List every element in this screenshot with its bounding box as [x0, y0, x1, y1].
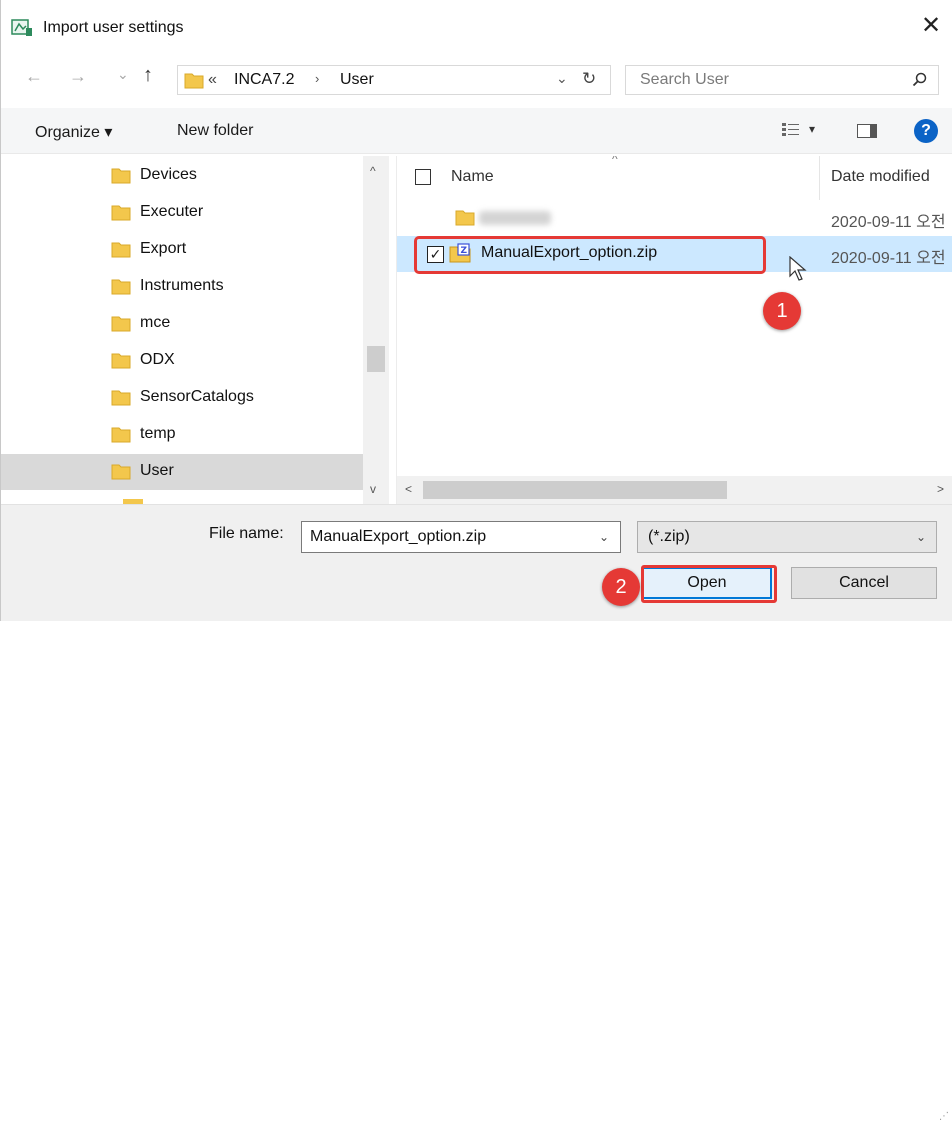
scroll-left-icon[interactable]: < — [405, 482, 412, 496]
tree-item-executer[interactable]: Executer — [1, 195, 363, 231]
step-badge-2: 2 — [602, 568, 640, 606]
tree-item-mce[interactable]: mce — [1, 306, 363, 342]
import-user-settings-dialog: Import user settings ✕ ← → ⌄ ↑ « INCA7.2… — [0, 0, 952, 1122]
scroll-right-icon[interactable]: > — [937, 482, 944, 496]
organize-menu-button[interactable]: Organize ▾ — [35, 122, 112, 142]
back-arrow-icon[interactable]: ← — [25, 66, 43, 87]
highlight-open-button — [641, 565, 777, 603]
file-date: 2020-09-11 오전 — [831, 250, 946, 267]
tree-item-label: Executer — [140, 203, 204, 220]
tree-item-label: Instruments — [140, 277, 224, 294]
refresh-icon[interactable]: ↻ — [582, 69, 596, 89]
preview-pane-icon[interactable] — [857, 124, 877, 138]
step-badge-1: 1 — [763, 292, 801, 330]
view-dropdown-icon[interactable]: ▾ — [809, 122, 815, 136]
scroll-down-icon[interactable]: v — [370, 482, 376, 496]
file-type-select[interactable]: (*.zip) ⌄ — [637, 521, 937, 553]
scroll-thumb[interactable] — [367, 346, 385, 372]
folder-icon — [111, 166, 131, 189]
tree-item-label: User — [140, 462, 174, 479]
tree-item-label: temp — [140, 425, 176, 442]
chevron-down-icon[interactable]: ⌄ — [599, 530, 609, 544]
highlight-file-row — [414, 236, 766, 274]
address-bar[interactable]: « INCA7.2 › User ⌄ ↻ — [177, 65, 611, 95]
tree-vertical-scrollbar[interactable]: ^ v — [363, 156, 389, 504]
app-icon — [11, 18, 33, 38]
tree-item-label: SensorCatalogs — [140, 388, 254, 405]
search-placeholder: Search User — [640, 71, 729, 88]
chevron-down-icon[interactable]: ⌄ — [916, 530, 926, 544]
breadcrumb-user[interactable]: User — [340, 71, 374, 89]
column-name[interactable]: Name — [451, 168, 494, 186]
scroll-thumb[interactable] — [423, 481, 727, 499]
folder-icon — [111, 462, 131, 485]
folder-icon — [111, 351, 131, 374]
title-bar: Import user settings ✕ — [1, 0, 952, 56]
forward-arrow-icon[interactable]: → — [69, 66, 87, 87]
folder-icon — [184, 71, 204, 94]
file-name-label: File name: — [209, 525, 284, 542]
sort-indicator-icon: ^ — [612, 156, 618, 166]
recent-locations-chevron-icon[interactable]: ⌄ — [117, 66, 129, 83]
tree-item-label: Devices — [140, 166, 197, 183]
tree-item-export[interactable]: Export — [1, 232, 363, 268]
column-date-modified[interactable]: Date modified — [831, 168, 930, 186]
tree-item-devices[interactable]: Devices — [1, 158, 363, 194]
address-overflow-icon[interactable]: « — [208, 71, 217, 89]
help-icon[interactable]: ? — [914, 119, 938, 143]
tree-item-label: mce — [140, 314, 171, 331]
search-box[interactable]: Search User — [625, 65, 939, 95]
tree-item-label: ODX — [140, 351, 175, 368]
command-toolbar: Organize ▾ New folder ▾ ? — [1, 108, 952, 154]
mouse-cursor-icon — [789, 255, 807, 287]
folder-icon — [111, 314, 131, 337]
new-folder-button[interactable]: New folder — [177, 122, 253, 140]
list-horizontal-scrollbar[interactable]: < > — [397, 476, 952, 504]
close-icon[interactable]: ✕ — [921, 14, 941, 38]
view-options-icon[interactable] — [781, 122, 801, 143]
file-date: 2020-09-11 오전 — [831, 214, 946, 231]
column-header: ^ Name Date modified — [397, 156, 952, 200]
folder-icon — [111, 388, 131, 411]
tree-item-temp[interactable]: temp — [1, 417, 363, 453]
file-type-value: (*.zip) — [648, 528, 690, 545]
tree-item-sensorcatalogs[interactable]: SensorCatalogs — [1, 380, 363, 416]
column-separator[interactable] — [819, 156, 820, 200]
up-arrow-icon[interactable]: ↑ — [143, 64, 153, 87]
tree-item-instruments[interactable]: Instruments — [1, 269, 363, 305]
file-name-field[interactable]: ManualExport_option.zip ⌄ — [301, 521, 621, 553]
tree-item-label: Export — [140, 240, 187, 257]
cancel-button[interactable]: Cancel — [791, 567, 937, 599]
breadcrumb-inca[interactable]: INCA7.2 — [234, 71, 294, 89]
scroll-up-icon[interactable]: ^ — [370, 164, 376, 178]
folder-icon — [111, 203, 131, 226]
navigation-bar: ← → ⌄ ↑ « INCA7.2 › User ⌄ ↻ Search User — [1, 56, 952, 102]
select-all-checkbox[interactable] — [415, 169, 431, 185]
dialog-footer: File name: ManualExport_option.zip ⌄ (*.… — [1, 504, 952, 1122]
blurred-folder-name — [479, 211, 551, 225]
folder-icon — [111, 425, 131, 448]
file-name-value[interactable]: ManualExport_option.zip — [310, 528, 486, 546]
search-icon[interactable] — [912, 72, 928, 93]
tree-item-odx[interactable]: ODX — [1, 343, 363, 379]
list-item-folder[interactable]: 2020-09-11 오전 — [397, 200, 952, 236]
tree-item-user[interactable]: User — [1, 454, 363, 490]
folder-icon — [111, 240, 131, 263]
window-title: Import user settings — [43, 19, 184, 36]
address-dropdown-icon[interactable]: ⌄ — [556, 70, 568, 87]
file-list: ^ Name Date modified 2020-09-11 오전 ✓ Z M… — [397, 156, 952, 486]
resize-grip-icon[interactable]: ⋰ — [939, 1111, 949, 1122]
breadcrumb-separator-icon[interactable]: › — [315, 71, 319, 86]
navigation-pane: Devices Executer Export Instruments mce ODX Se… — [1, 156, 363, 504]
folder-icon — [111, 277, 131, 300]
folder-icon — [455, 208, 475, 231]
